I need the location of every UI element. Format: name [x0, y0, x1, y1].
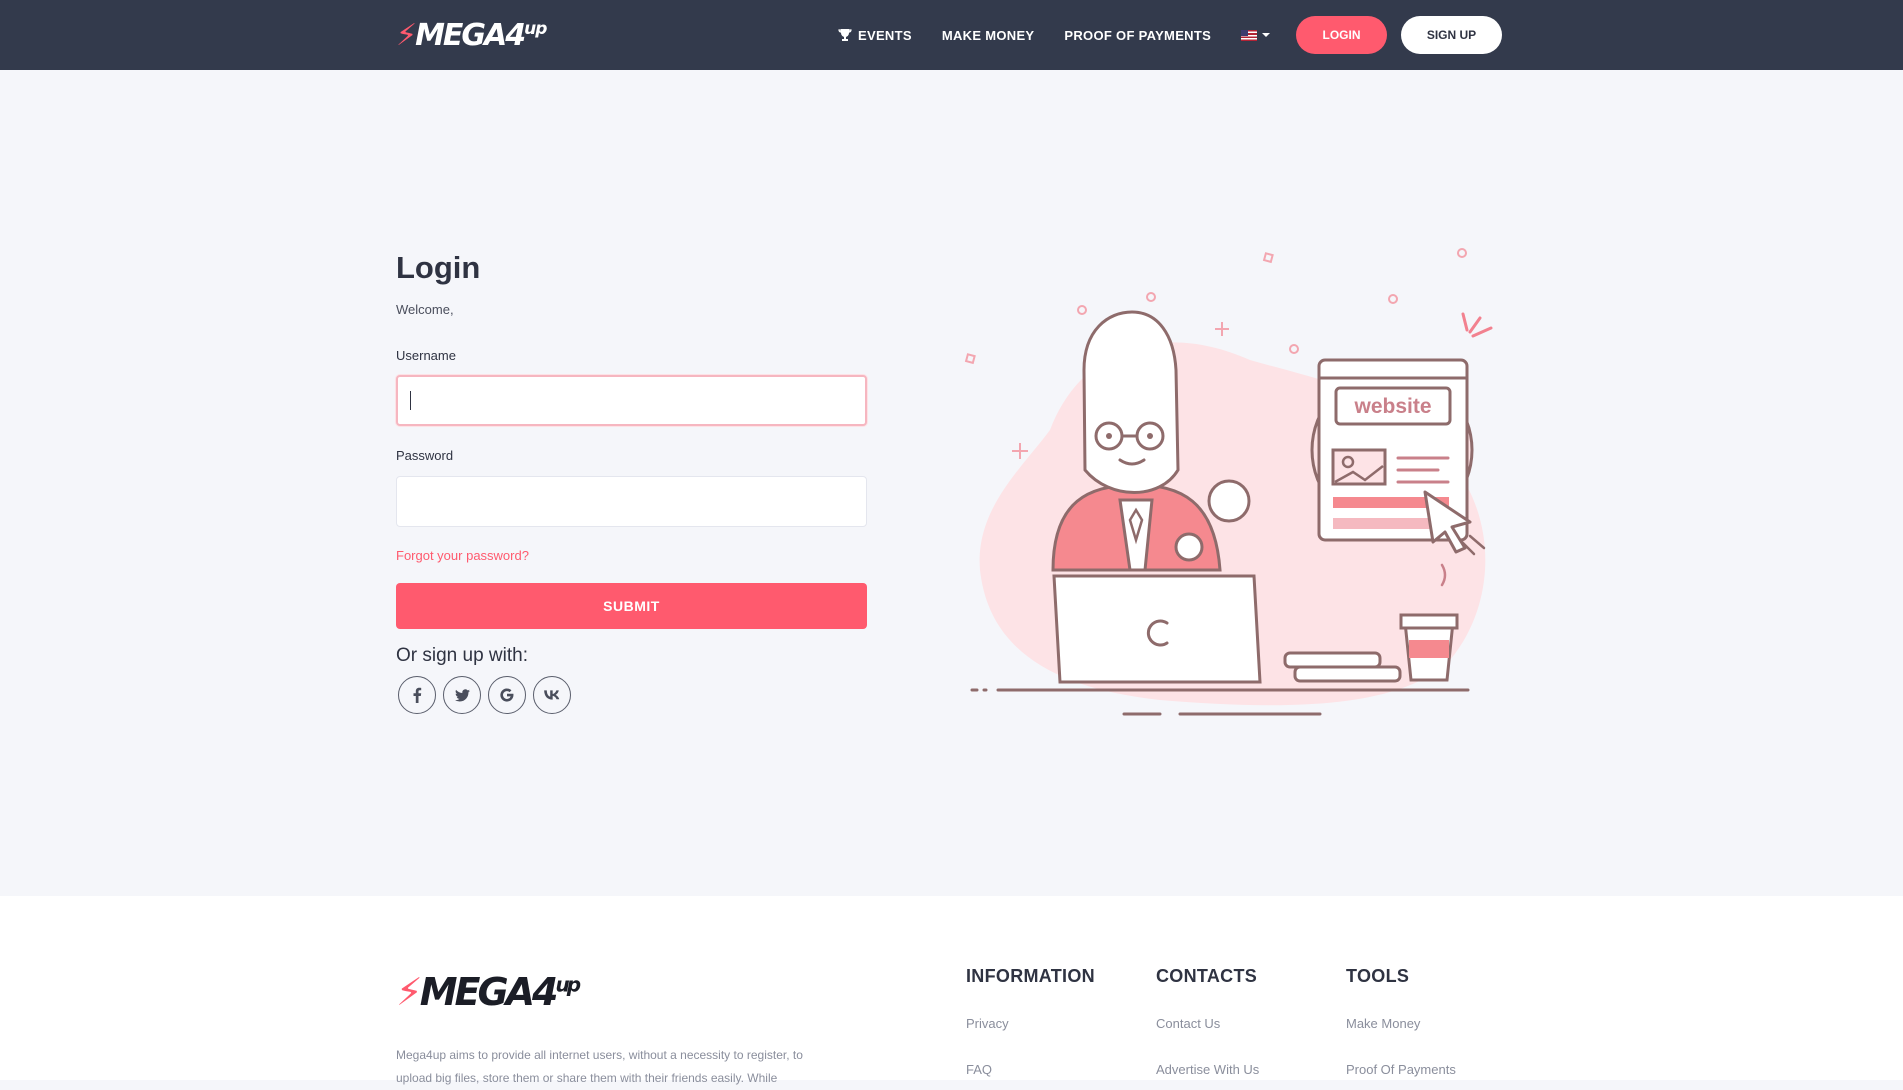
footer-link-privacy[interactable]: Privacy	[966, 1016, 1009, 1031]
login-button[interactable]: LOGIN	[1296, 16, 1387, 54]
twitter-icon	[454, 688, 470, 701]
site-logo[interactable]: ⚡MEGA4up	[396, 14, 547, 56]
nav-proof-of-payments[interactable]: PROOF OF PAYMENTS	[1064, 28, 1211, 43]
logo-text: ⚡MEGA4up	[396, 17, 547, 53]
nav-events-label: EVENTS	[858, 27, 912, 43]
google-icon	[500, 688, 514, 702]
footer-link-contact-us[interactable]: Contact Us	[1156, 1016, 1220, 1031]
welcome-text: Welcome,	[396, 302, 454, 317]
chevron-down-icon	[1262, 33, 1271, 37]
footer-link-faq[interactable]: FAQ	[966, 1062, 992, 1077]
website-label: website	[1353, 395, 1431, 418]
google-button[interactable]	[488, 676, 526, 714]
vk-button[interactable]	[533, 676, 571, 714]
nav-proof-label: PROOF OF PAYMENTS	[1064, 27, 1212, 43]
footer-tools-title: TOOLS	[1346, 966, 1410, 986]
footer-link-make-money[interactable]: Make Money	[1346, 1016, 1420, 1031]
password-input[interactable]	[396, 476, 867, 527]
submit-button[interactable]: SUBMIT	[396, 583, 867, 629]
footer-logo[interactable]: ⚡MEGA4up	[396, 970, 581, 1014]
trophy-icon	[838, 29, 852, 41]
navbar: ⚡MEGA4up EVENTS MAKE MONEY PROOF OF PAYM…	[0, 0, 1903, 70]
us-flag-icon	[1241, 29, 1258, 41]
username-input[interactable]	[396, 375, 867, 426]
footer-information: INFORMATION Privacy FAQ	[966, 966, 1095, 1077]
login-illustration: website	[964, 248, 1493, 716]
forgot-password-link[interactable]: Forgot your password?	[396, 548, 529, 563]
social-buttons	[398, 676, 571, 714]
nav-events[interactable]: EVENTS	[838, 28, 912, 43]
or-signup-text: Or sign up with:	[396, 645, 528, 666]
username-label: Username	[396, 348, 456, 363]
footer-information-title: INFORMATION	[966, 966, 1095, 986]
text-cursor	[410, 391, 411, 410]
signup-button[interactable]: SIGN UP	[1401, 16, 1502, 54]
facebook-icon	[413, 687, 422, 703]
twitter-button[interactable]	[443, 676, 481, 714]
nav-make-money-label: MAKE MONEY	[941, 27, 1035, 43]
footer-logo-text: ⚡MEGA4up	[396, 970, 581, 1014]
footer	[0, 896, 1903, 1080]
footer-link-advertise[interactable]: Advertise With Us	[1156, 1062, 1259, 1077]
language-selector[interactable]	[1241, 29, 1271, 41]
footer-contacts: CONTACTS Contact Us Advertise With Us	[1156, 966, 1259, 1077]
vk-icon	[544, 690, 560, 700]
page-title: Login	[396, 250, 481, 285]
nav-links: EVENTS MAKE MONEY PROOF OF PAYMENTS	[838, 0, 1271, 70]
nav-make-money[interactable]: MAKE MONEY	[942, 28, 1035, 43]
footer-link-proof-of-payments[interactable]: Proof Of Payments	[1346, 1062, 1456, 1077]
footer-tools: TOOLS Make Money Proof Of Payments	[1346, 966, 1456, 1077]
footer-contacts-title: CONTACTS	[1156, 966, 1258, 986]
password-label: Password	[396, 448, 454, 463]
facebook-button[interactable]	[398, 676, 436, 714]
footer-description: Mega4up aims to provide all internet use…	[396, 1048, 803, 1085]
